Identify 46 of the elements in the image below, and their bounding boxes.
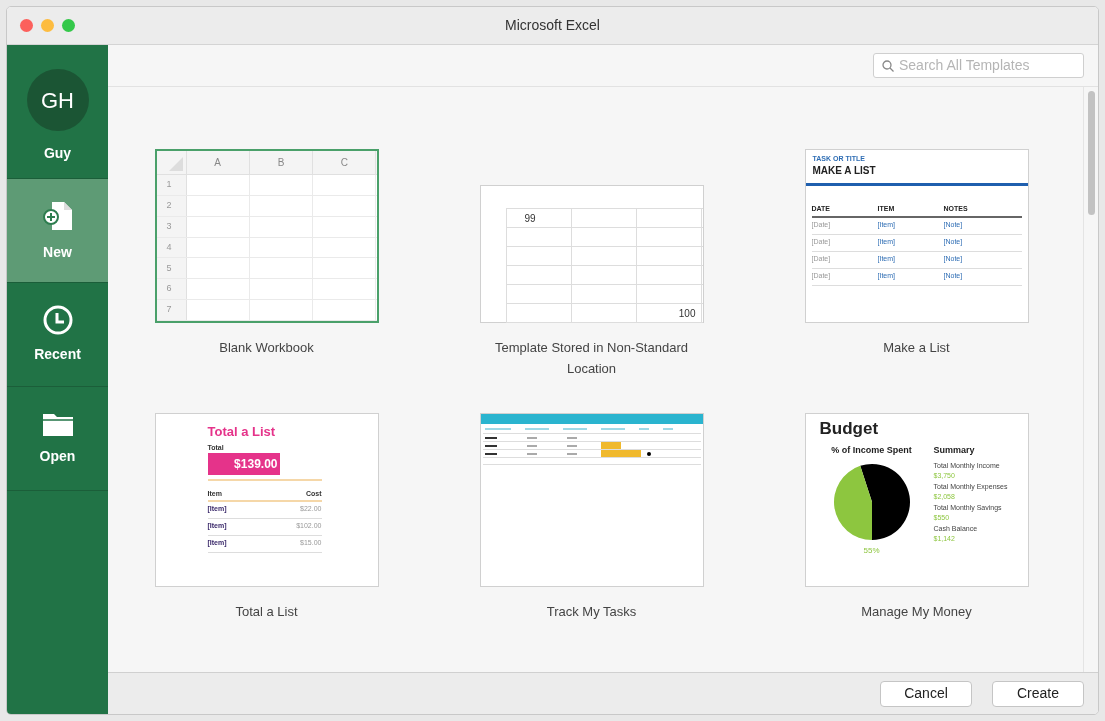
template-name: Make a List [882,339,951,357]
row-number: 1 [156,175,187,195]
clock-icon [41,304,74,336]
row-number: 2 [156,195,187,216]
row-number: 7 [156,300,187,320]
dialog-button[interactable]: Create [992,680,1084,707]
column-header-line [524,427,549,430]
budget-title: Budget [819,418,880,440]
text-line [484,452,497,455]
column-header: A [186,151,250,174]
row-number: 4 [156,237,187,258]
summary-title: Summary [933,443,976,457]
column-header-line [600,427,625,430]
text-line [484,436,497,439]
chart-title: % of Income Spent [831,443,912,457]
template-thumbnail[interactable] [479,413,704,587]
search-icon [882,59,894,72]
list-title: Total a List [207,423,277,441]
column-header: C [313,151,377,174]
template-name: Template Stored in Non-Standard Location [494,339,689,378]
list-title: MAKE A LIST [812,164,877,177]
cell-value: 100 [678,306,696,321]
row-number: 5 [156,258,187,279]
column-header-line [562,427,587,430]
account-name: Guy [43,144,72,163]
template-name: Track My Tasks [545,603,638,621]
column-header-line [484,427,511,430]
template-thumbnail[interactable]: 99 100 [479,185,704,323]
text-line [484,444,497,447]
avatar[interactable]: GH [26,69,89,131]
zoom-button[interactable] [62,19,75,32]
row-number: 6 [156,279,187,300]
template-name: Blank Workbook [218,339,315,357]
window-title: Microsoft Excel [505,16,600,35]
close-button[interactable] [20,19,33,32]
search-field[interactable]: Search All Templates [873,53,1084,78]
scrollbar[interactable] [1083,87,1098,672]
template-name: Total a List [234,603,299,621]
minimize-button[interactable] [41,19,54,32]
dialog-button[interactable]: Cancel [880,680,972,707]
row-number: 3 [156,216,187,237]
pie-value-label: 55% [863,545,880,557]
template-name: Manage My Money [860,603,973,621]
total-amount: $139.00 [207,453,280,475]
cell-value: 99 [524,211,536,226]
column-header: B [249,151,314,174]
